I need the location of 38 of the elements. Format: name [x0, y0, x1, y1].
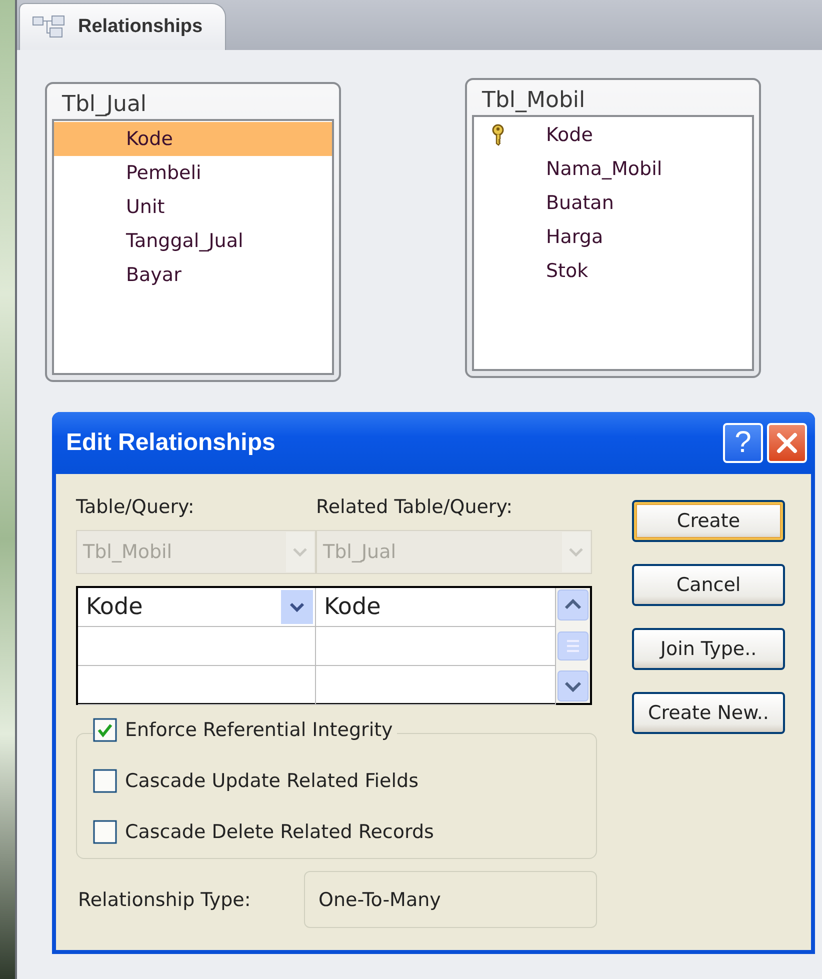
table-title: Tbl_Jual	[61, 91, 148, 119]
close-icon	[775, 431, 799, 455]
field-item[interactable]: Tanggal_Jual	[54, 224, 332, 258]
field-item[interactable]: Kode	[54, 122, 332, 156]
table-box[interactable]: Tbl_Jual Kode Pembeli Unit Tanggal_Jual Bayar	[45, 82, 341, 382]
close-button[interactable]	[767, 423, 807, 463]
option-checkbox[interactable]: Enforce Referential Integrity	[93, 718, 397, 742]
field-item[interactable]: Unit	[54, 190, 332, 224]
field-item[interactable]: Kode	[474, 118, 752, 152]
field-item[interactable]: Buatan	[474, 186, 752, 220]
field-label: Relationship Type:	[77, 888, 252, 910]
relationships-icon	[32, 15, 66, 39]
checked-checkbox-icon[interactable]	[93, 718, 117, 742]
field-cell[interactable]: Kode	[78, 588, 316, 627]
field-label: Related Table/Query:	[316, 496, 512, 520]
table-box[interactable]: Tbl_Mobil Kode Nama_Mobil Buatan Harga Stok	[465, 78, 761, 378]
field-cell[interactable]	[78, 666, 316, 705]
document-tab[interactable]: Relationships	[19, 3, 226, 50]
checkbox-icon[interactable]	[93, 769, 117, 793]
dialog-button[interactable]: Create	[632, 500, 785, 542]
field-label: Table/Query:	[76, 496, 196, 520]
table-title: Tbl_Mobil	[481, 87, 586, 115]
scroll-up-icon[interactable]	[556, 588, 590, 622]
dialog-title: Edit Relationships	[66, 429, 276, 457]
dialog-button[interactable]: Create New..	[632, 692, 785, 734]
relationship-type-value: One-To-Many	[304, 871, 597, 928]
field-cell[interactable]	[78, 627, 316, 666]
help-button[interactable]: ?	[723, 423, 763, 463]
scroll-down-icon[interactable]	[556, 669, 590, 703]
field-item[interactable]: Stok	[474, 254, 752, 288]
checkbox-icon[interactable]	[93, 820, 117, 844]
dialog-button[interactable]: Join Type..	[632, 628, 785, 670]
field-item[interactable]: Nama_Mobil	[474, 152, 752, 186]
scroll-thumb[interactable]	[556, 630, 590, 660]
dialog-button[interactable]: Cancel	[632, 564, 785, 606]
field-item[interactable]: Pembeli	[54, 156, 332, 190]
field-item[interactable]: Bayar	[54, 258, 332, 292]
field-item[interactable]: Harga	[474, 220, 752, 254]
